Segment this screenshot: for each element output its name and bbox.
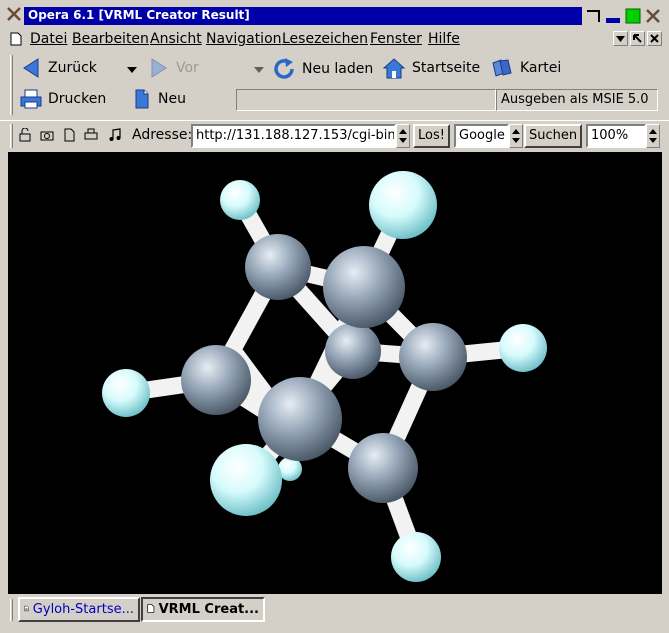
- search-engine-spinner[interactable]: [509, 124, 523, 148]
- padlock-icon[interactable]: [18, 128, 32, 142]
- printer-icon: [20, 89, 42, 109]
- menu-bar: Datei Bearbeiten Ansicht Navigation Lese…: [0, 28, 669, 50]
- print-button[interactable]: Drucken: [20, 89, 106, 109]
- back-history-dropdown-icon[interactable]: [126, 65, 138, 75]
- hydrogen-atom: [102, 369, 150, 417]
- reload-icon: [274, 58, 294, 79]
- tab-gyloh-startseite[interactable]: Gyloh-Startse...: [18, 597, 140, 622]
- menu-item-bearbeiten[interactable]: Bearbeiten: [72, 31, 149, 47]
- carbon-atom: [348, 433, 418, 503]
- address-input[interactable]: http://131.188.127.153/cgi-bin/s: [191, 124, 396, 148]
- document-icon: [10, 32, 22, 46]
- menu-item-hilfe[interactable]: Hilfe: [428, 31, 460, 47]
- triangle-down-icon: [616, 36, 625, 42]
- minimize-window-icon[interactable]: [605, 8, 621, 24]
- home-button[interactable]: Startseite: [382, 57, 480, 79]
- menu-item-ansicht[interactable]: Ansicht: [150, 31, 202, 47]
- menu-item-datei[interactable]: Datei: [30, 31, 67, 47]
- spinner-arrows-icon: [399, 129, 407, 143]
- hydrogen-atom: [210, 444, 282, 516]
- carbon-atom: [258, 377, 342, 461]
- music-note-icon[interactable]: [108, 128, 122, 142]
- maximize-window-icon[interactable]: [625, 8, 641, 24]
- arrow-restore-icon: [633, 34, 642, 43]
- spinner-arrows-icon: [512, 129, 520, 143]
- mdi-close-button[interactable]: [647, 31, 662, 46]
- carbon-atom: [245, 234, 311, 300]
- mdi-restore-button[interactable]: [630, 31, 645, 46]
- address-label: Adresse:: [132, 127, 193, 143]
- address-bar: Adresse: http://131.188.127.153/cgi-bin/…: [0, 120, 669, 150]
- forward-history-dropdown-icon[interactable]: [253, 65, 265, 75]
- toolbar-grip[interactable]: [10, 55, 13, 115]
- carbon-atom: [181, 345, 251, 415]
- menu-item-navigation[interactable]: Navigation: [206, 31, 282, 47]
- hotlist-button[interactable]: Kartei: [490, 57, 561, 79]
- close-window-icon[interactable]: [645, 8, 661, 24]
- page-tab-bar: Gyloh-Startse... VRML Creat...: [0, 595, 669, 625]
- status-field: [236, 89, 496, 111]
- hydrogen-atom: [391, 532, 441, 582]
- title-bar: Opera 6.1 [VRML Creator Result]: [0, 0, 669, 28]
- page-icon[interactable]: [62, 128, 76, 142]
- carbon-atom: [399, 323, 467, 391]
- forward-arrow-icon: [151, 58, 167, 78]
- printer-small-icon[interactable]: [84, 128, 98, 142]
- go-button[interactable]: Los!: [413, 124, 450, 148]
- search-button[interactable]: Suchen: [524, 124, 583, 148]
- camera-icon[interactable]: [40, 128, 54, 142]
- carbon-atom: [323, 246, 405, 328]
- hydrogen-atom: [499, 324, 547, 372]
- window-title: Opera 6.1 [VRML Creator Result]: [28, 8, 250, 22]
- vrml-viewport[interactable]: [8, 152, 662, 594]
- home-icon: [382, 58, 406, 79]
- spinner-arrows-icon: [649, 129, 657, 143]
- hydrogen-atom: [220, 180, 260, 220]
- mdi-minimize-button[interactable]: [613, 31, 628, 46]
- page-icon: [24, 605, 29, 612]
- address-history-spinner[interactable]: [396, 124, 410, 148]
- tabbar-grip[interactable]: [10, 599, 13, 621]
- back-button[interactable]: Zurück: [20, 57, 97, 79]
- forward-button[interactable]: Vor: [148, 57, 199, 79]
- menu-item-lesezeichen[interactable]: Lesezeichen: [282, 31, 368, 47]
- back-arrow-icon: [23, 58, 39, 78]
- shade-window-icon[interactable]: [585, 8, 601, 24]
- search-engine-select[interactable]: Google: [454, 124, 509, 148]
- tab-vrml-creator[interactable]: VRML Creat...: [141, 597, 265, 622]
- carbon-atom: [325, 323, 381, 379]
- reload-button[interactable]: Neu laden: [272, 57, 373, 81]
- cubane-molecule-render[interactable]: [8, 152, 662, 594]
- hydrogen-atom: [369, 171, 437, 239]
- close-icon: [650, 34, 659, 43]
- addressbar-grip[interactable]: [10, 124, 13, 148]
- menu-item-fenster[interactable]: Fenster: [370, 31, 422, 47]
- page-icon: [147, 604, 155, 613]
- new-page-icon: [135, 89, 149, 109]
- cards-icon: [492, 59, 512, 77]
- zoom-spinner[interactable]: [646, 124, 660, 148]
- window-menu-icon[interactable]: [6, 6, 22, 22]
- new-page-button[interactable]: Neu: [132, 89, 186, 109]
- browser-identification-menu[interactable]: Ausgeben als MSIE 5.0: [496, 89, 658, 111]
- navigation-toolbar: Zurück Vor Neu laden Startseite Kartei D…: [10, 53, 660, 117]
- zoom-select[interactable]: 100%: [586, 124, 646, 148]
